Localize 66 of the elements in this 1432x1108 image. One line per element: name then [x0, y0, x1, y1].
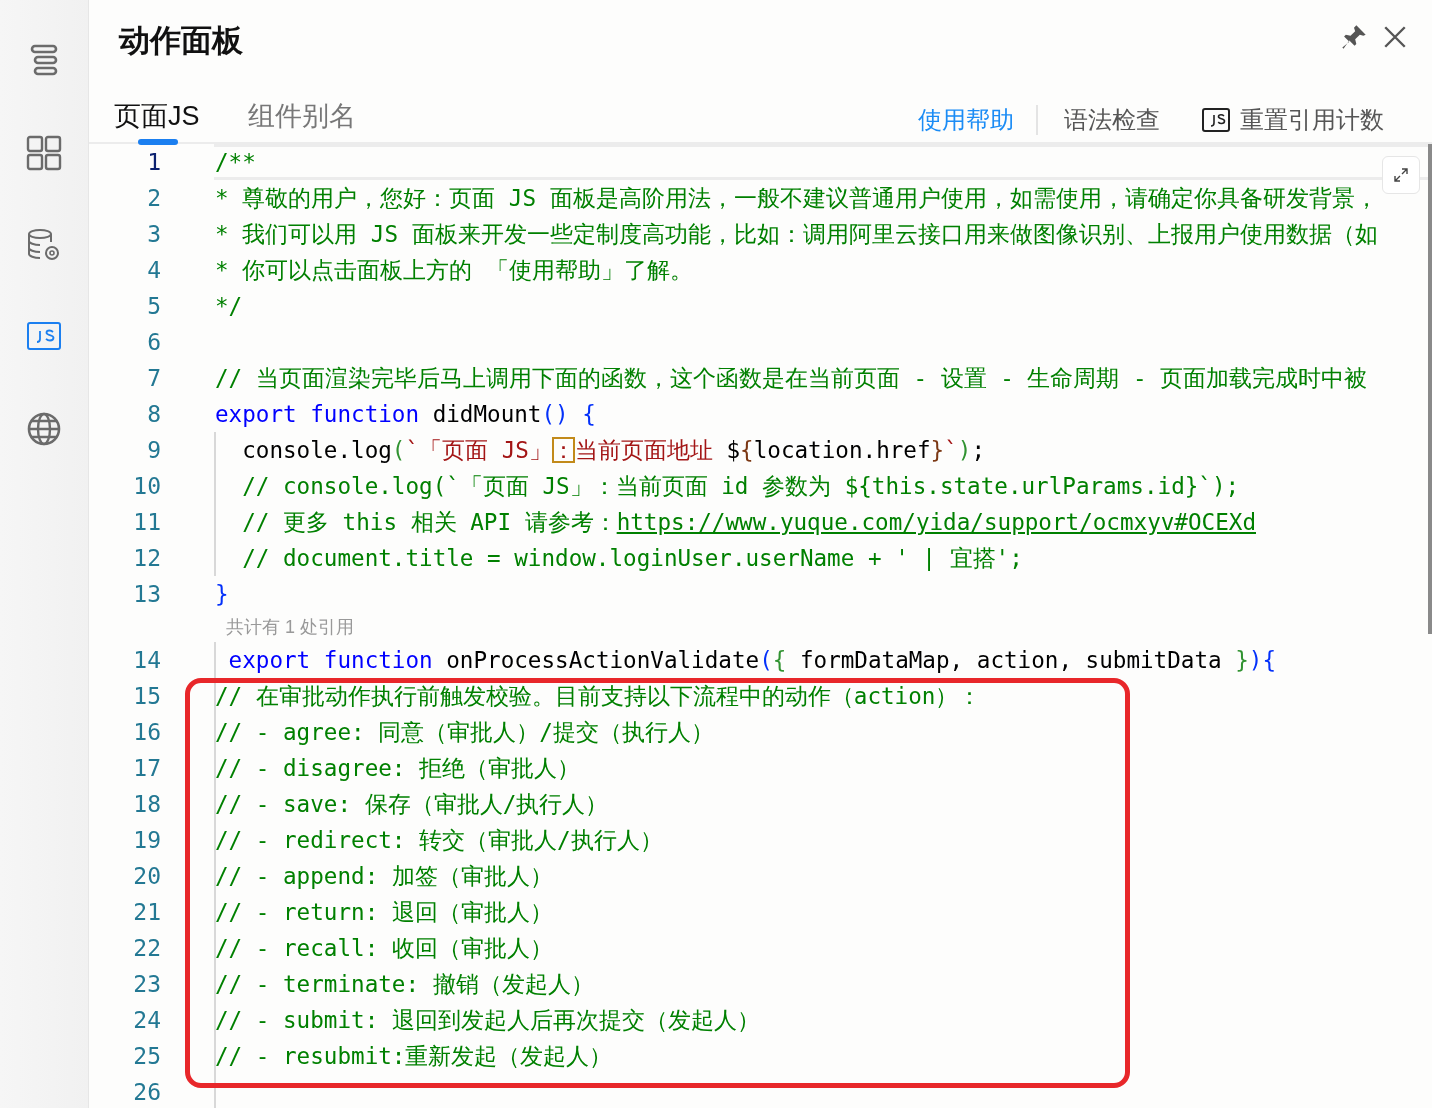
line-number: 19 — [132, 827, 161, 853]
reference-count-label[interactable]: 共计有 1 处引用 — [226, 615, 354, 639]
scrollbar[interactable] — [1428, 144, 1432, 634]
line-number: 2 — [146, 185, 161, 211]
code-line: // console.log(`「页面 JS」：当前页面 id 参数为 ${this.state.urlParams.id}`); — [241, 471, 1240, 501]
line-number: 16 — [132, 719, 161, 745]
code-line: } — [215, 581, 229, 607]
line-number: 11 — [132, 509, 161, 535]
line-number: 6 — [146, 329, 161, 355]
code-line: // - redirect: 转交（审批人/执行人） — [215, 825, 663, 855]
line-number: 26 — [132, 1079, 161, 1105]
code-line: // 更多 this 相关 API 请参考：https://www.yuque.com/yida/support/ocmxyv#OCEXd — [241, 507, 1256, 537]
pin-icon[interactable] — [1340, 23, 1368, 51]
line-number: 13 — [132, 581, 161, 607]
tab[interactable]: 组件别名 — [247, 98, 356, 142]
line-number: 10 — [132, 473, 161, 499]
line-number: 22 — [132, 935, 161, 961]
code-line: // - return: 退回（审批人） — [215, 897, 553, 927]
line-number: 5 — [146, 293, 161, 319]
code-line: // - save: 保存（审批人/执行人） — [215, 789, 609, 819]
code-line: // - disagree: 拒绝（审批人） — [215, 753, 581, 783]
url-link[interactable]: https://www.yuque.com/yida/support/ocmxyv#OCEXd — [616, 508, 1256, 535]
line-number: 4 — [146, 257, 161, 283]
reset-count-button[interactable]: 重置引用计数 — [1202, 104, 1384, 136]
code-line: // document.title = window.loginUser.userName + ' | 宜搭'; — [241, 543, 1023, 573]
code-line: console.log(`「页面 JS」：当前页面地址 ${location.href}`); — [241, 435, 985, 465]
code-line: /** — [215, 149, 256, 175]
panel-title: 动作面板 — [119, 22, 243, 60]
line-number: 3 — [146, 221, 161, 247]
line-number: 9 — [146, 437, 161, 463]
syntax-check-button[interactable]: 语法检查 — [1064, 104, 1160, 136]
code-line: // - resubmit:重新发起（发起人） — [215, 1041, 613, 1071]
line-number: 17 — [132, 755, 161, 781]
code-line: // 当页面渲染完毕后马上调用下面的函数，这个函数是在当前页面 - 设置 - 生命周期 - 页面加载完成时中被 — [215, 363, 1368, 393]
line-number: 7 — [146, 365, 161, 391]
line-number: 1 — [146, 149, 161, 175]
grid-icon[interactable] — [25, 134, 63, 172]
code-line: * 我们可以用 JS 面板来开发一些定制度高功能，比如：调用阿里云接口用来做图像识别、上报用户使用数据（如 — [215, 219, 1378, 249]
code-line: * 尊敬的用户，您好：页面 JS 面板是高阶用法，一般不建议普通用户使用，如需使用，请确定你具备研发背景， — [215, 183, 1378, 213]
code-line: export function didMount() { — [215, 401, 596, 427]
code-line: // - terminate: 撤销（发起人） — [215, 969, 594, 999]
line-number: 15 — [132, 683, 161, 709]
js-icon — [1202, 108, 1230, 132]
code-line: // - recall: 收回（审批人） — [215, 933, 553, 963]
line-number: 25 — [132, 1043, 161, 1069]
code-line: // - submit: 退回到发起人后再次提交（发起人） — [215, 1005, 760, 1035]
line-number: 8 — [146, 401, 161, 427]
close-icon[interactable] — [1382, 24, 1408, 50]
code-line: // 在审批动作执行前触发校验。目前支持以下流程中的动作（action）： — [215, 681, 982, 711]
line-number: 24 — [132, 1007, 161, 1033]
globe-icon[interactable] — [25, 410, 63, 448]
line-number: 20 — [132, 863, 161, 889]
line-number: 23 — [132, 971, 161, 997]
line-number: 21 — [132, 899, 161, 925]
code-line: // - agree: 同意（审批人）/提交（执行人） — [215, 717, 714, 747]
line-number: 12 — [132, 545, 161, 571]
help-link[interactable]: 使用帮助 — [918, 104, 1014, 136]
line-number: 14 — [132, 647, 161, 673]
tab[interactable]: 页面JS — [114, 98, 200, 142]
code-line: // - append: 加签（审批人） — [215, 861, 553, 891]
expand-button[interactable] — [1382, 156, 1420, 194]
code-line: * 你可以点击面板上方的 「使用帮助」了解。 — [215, 255, 693, 285]
code-line: export function onProcessActionValidate({ formDataMap, action, submitData }){ — [227, 647, 1277, 673]
code-line: */ — [215, 293, 243, 319]
line-number: 18 — [132, 791, 161, 817]
expand-icon — [1391, 165, 1411, 185]
